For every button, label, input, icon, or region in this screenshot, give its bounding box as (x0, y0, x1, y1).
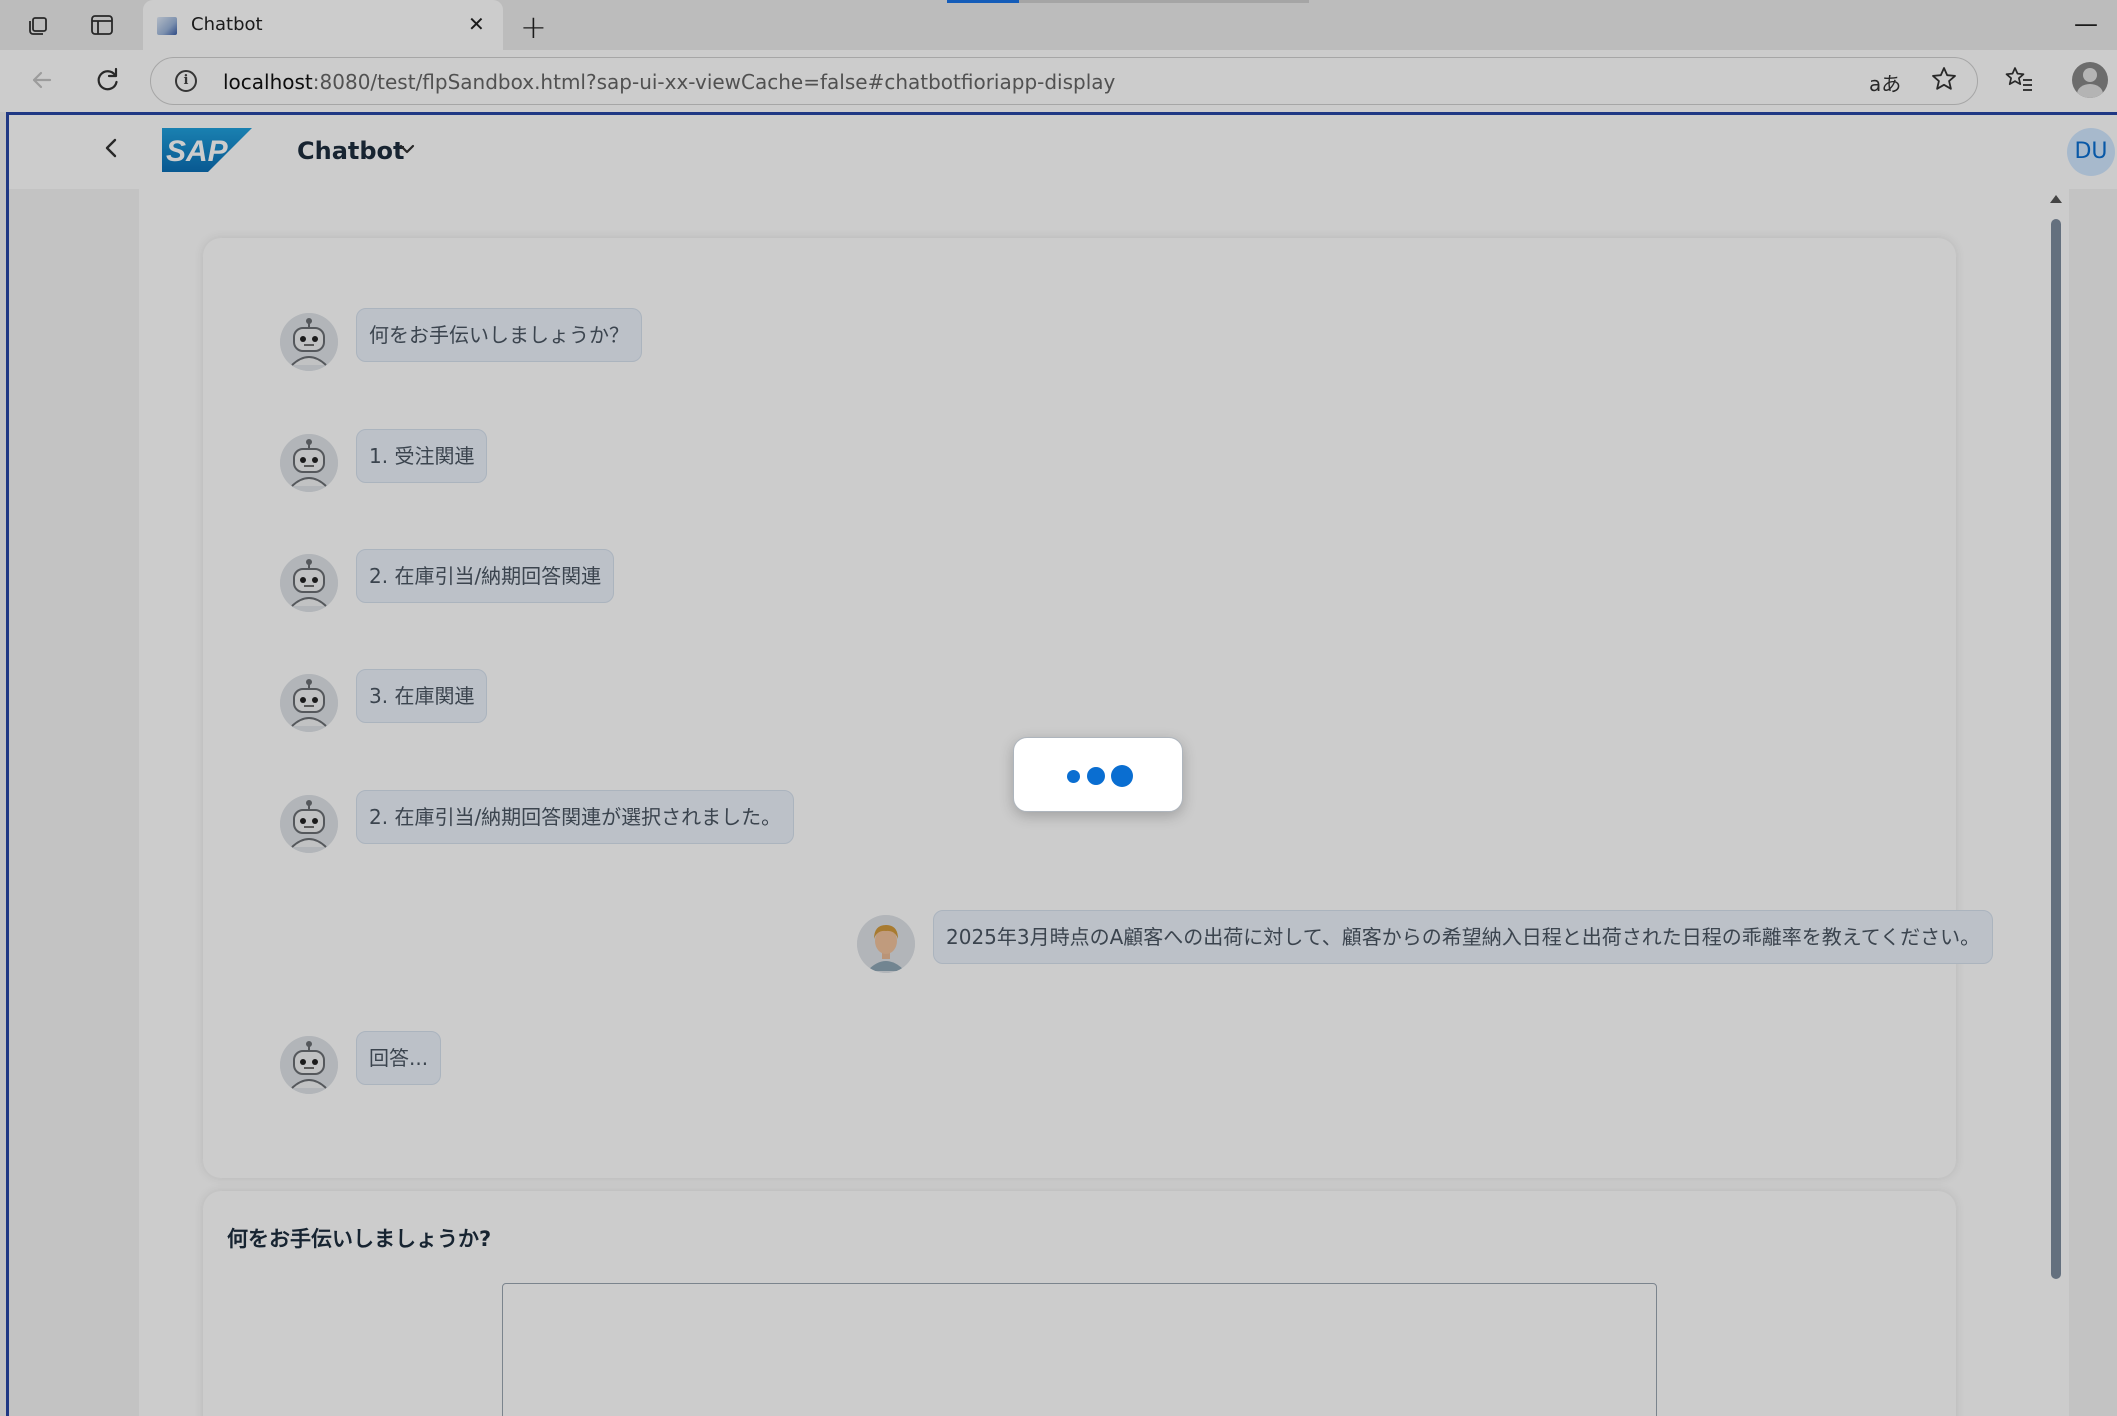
busy-dot-2 (1087, 767, 1105, 785)
busy-dot-3 (1111, 765, 1133, 787)
busy-overlay (0, 0, 2117, 1416)
busy-dot-1 (1067, 770, 1080, 783)
busy-indicator (1013, 737, 1183, 812)
